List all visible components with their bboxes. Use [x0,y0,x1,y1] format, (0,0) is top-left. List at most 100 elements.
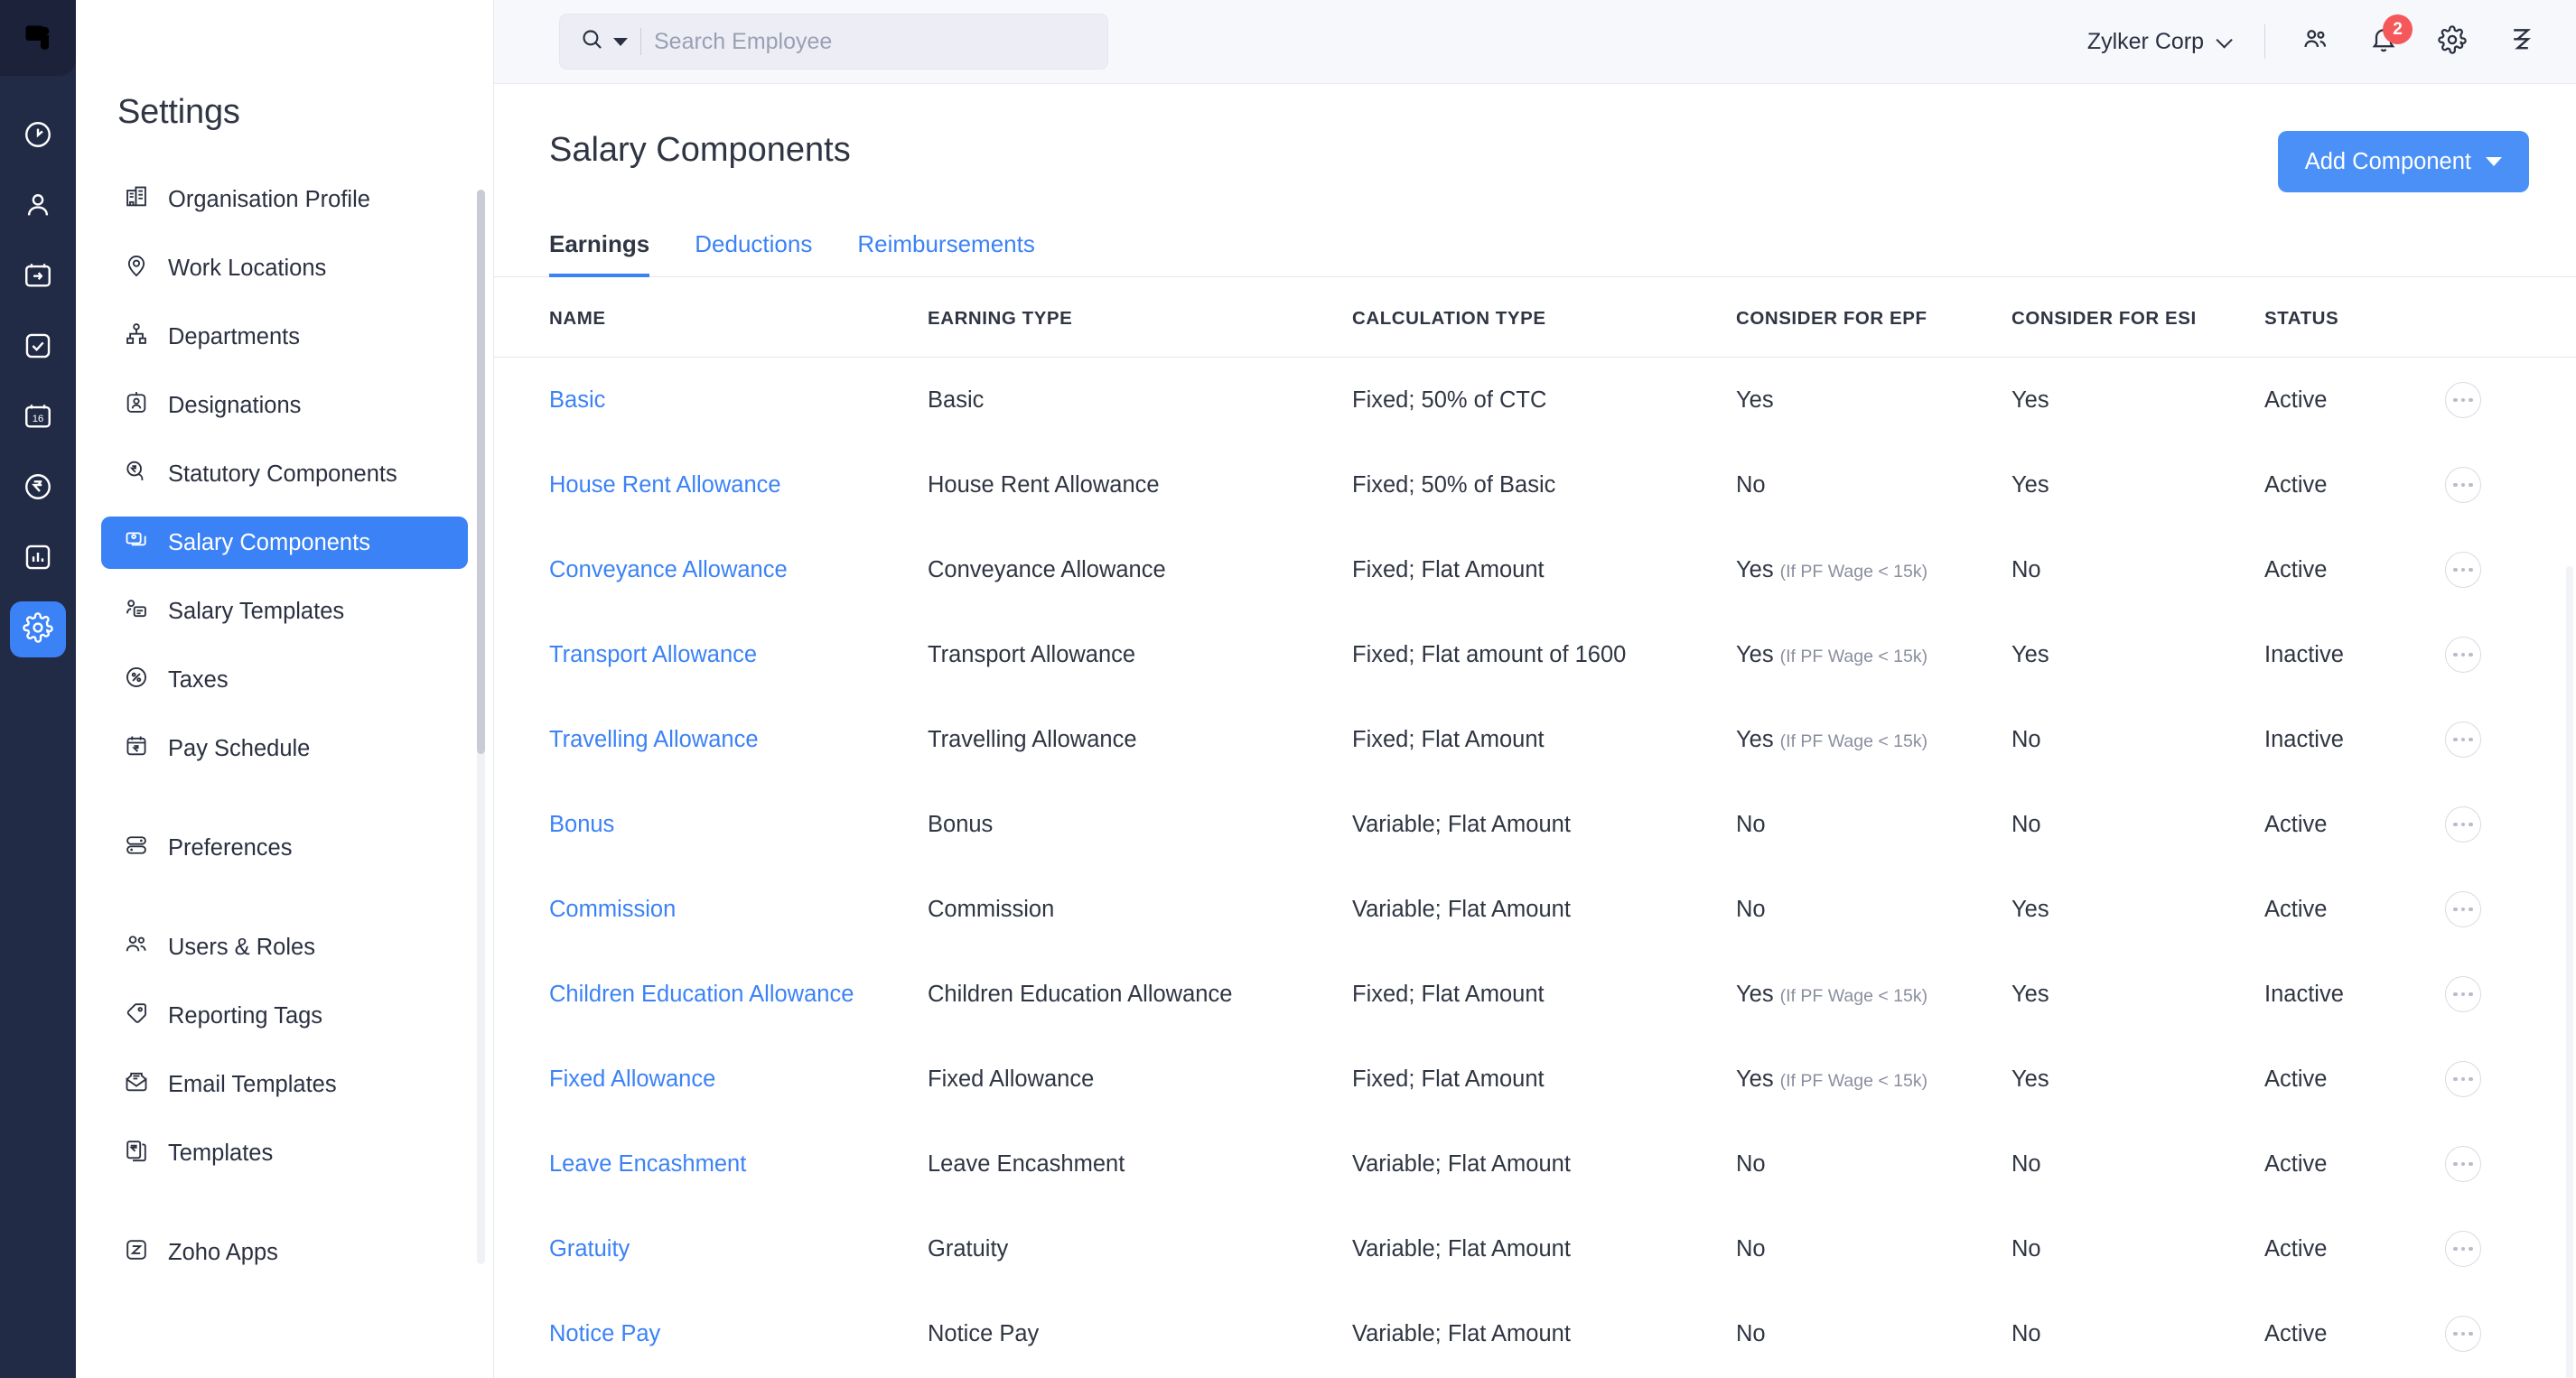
cell-name: Fixed Allowance [494,1037,928,1122]
column-header-calculation-type[interactable]: CALCULATION TYPE [1352,277,1736,358]
column-header-name[interactable]: NAME [494,277,928,358]
component-name-link[interactable]: Basic [549,387,605,413]
rail-item-dashboard[interactable] [10,108,66,164]
sidebar-item-salary-components[interactable]: Salary Components [101,517,468,569]
add-component-button[interactable]: Add Component [2277,131,2529,192]
rail-item-settings[interactable] [10,601,66,657]
column-header-earning-type[interactable]: EARNING TYPE [928,277,1352,358]
more-options-icon[interactable] [2445,1061,2481,1097]
column-header-consider-for-esi[interactable]: CONSIDER FOR ESI [2011,277,2264,358]
more-options-icon[interactable] [2445,467,2481,503]
column-header-consider-for-epf[interactable]: CONSIDER FOR EPF [1736,277,2011,358]
table-row[interactable]: House Rent Allowance House Rent Allowance… [494,442,2576,527]
tab-earnings[interactable]: Earnings [549,230,650,277]
rail-item-leave-calendar[interactable]: 16 [10,390,66,446]
status-badge: Active [2264,811,2328,837]
cell-earning-type: Notice Pay [928,1320,1040,1346]
epf-value: Yes [1736,726,1774,752]
component-name-link[interactable]: Gratuity [549,1236,630,1262]
sidebar-item-preferences[interactable]: Preferences [101,822,468,874]
rail-item-employees[interactable] [10,179,66,235]
component-name-link[interactable]: Transport Allowance [549,642,757,667]
table-row[interactable]: Basic Basic Fixed; 50% of CTC Yes Yes Active [494,358,2576,443]
rail-item-approvals[interactable] [10,320,66,376]
sidebar-item-pay-schedule[interactable]: Pay Schedule [101,722,468,775]
more-options-icon[interactable] [2445,976,2481,1012]
component-name-link[interactable]: Notice Pay [549,1321,660,1346]
tab-deductions[interactable]: Deductions [695,230,812,277]
table-row[interactable]: Notice Pay Notice Pay Variable; Flat Amoun… [494,1291,2576,1376]
table-row[interactable]: Leave Encashment Leave Encashment Variable… [494,1122,2576,1206]
epf-value: No [1736,1320,1766,1346]
component-name-link[interactable]: Children Education Allowance [549,982,854,1007]
rail-item-payruns[interactable] [10,461,66,517]
sidebar-item-organisation-profile[interactable]: Organisation Profile [101,173,468,226]
component-name-link[interactable]: House Rent Allowance [549,472,781,498]
invite-users-button[interactable] [2296,23,2334,61]
table-row[interactable]: Gratuity Gratuity Variable; Flat Amount No N… [494,1206,2576,1291]
component-name-link[interactable]: Travelling Allowance [549,727,759,752]
table-row[interactable]: Conveyance Allowance Conveyance Allowance… [494,527,2576,612]
cell-actions [2445,442,2576,527]
more-options-icon[interactable] [2445,1316,2481,1352]
table-row[interactable]: Children Education Allowance Children Edu… [494,952,2576,1037]
component-name-link[interactable]: Commission [549,897,676,922]
components-table-wrapper: NAME EARNING TYPE CALCULATION TYPE CONSI… [494,277,2576,1378]
more-options-icon[interactable] [2445,806,2481,843]
cell-earning-type: Fixed Allowance [928,1066,1095,1092]
cell-consider-for-esi: Yes [2011,641,2049,667]
global-search[interactable] [559,14,1108,70]
sidebar-item-users-and-roles[interactable]: Users & Roles [101,921,468,973]
zoho-payroll-logo-icon[interactable] [0,0,76,76]
page-header: Salary Components Add Component [494,84,2576,192]
sidebar-scrollbar-thumb[interactable] [477,190,485,754]
cell-calculation-type: Fixed; Flat Amount [1352,556,1545,582]
sidebar-item-reporting-tags[interactable]: Reporting Tags [101,990,468,1042]
more-options-icon[interactable] [2445,552,2481,588]
more-options-icon[interactable] [2445,382,2481,418]
salary-card-icon [124,527,149,559]
sidebar-item-departments[interactable]: Departments [101,311,468,363]
settings-button[interactable] [2433,23,2471,61]
more-options-icon[interactable] [2445,1231,2481,1267]
sidebar-item-work-locations[interactable]: Work Locations [101,242,468,294]
table-row[interactable]: Bonus Bonus Variable; Flat Amount No No Activ… [494,782,2576,867]
rail-item-reports[interactable] [10,531,66,587]
table-row[interactable]: Travelling Allowance Travelling Allowance… [494,697,2576,782]
status-badge: Inactive [2264,726,2344,752]
search-scope-dropdown[interactable] [580,27,628,56]
sidebar-item-designations[interactable]: Designations [101,379,468,432]
component-name-link[interactable]: Bonus [549,812,614,837]
salary-components-table: NAME EARNING TYPE CALCULATION TYPE CONSI… [494,277,2576,1378]
sidebar-item-templates[interactable]: Templates [101,1127,468,1179]
org-switcher[interactable]: Zylker Corp [2087,29,2233,55]
more-options-icon[interactable] [2445,891,2481,927]
table-row[interactable]: Commission Commission Variable; Flat Amoun… [494,867,2576,952]
zoho-apps-button[interactable] [2502,23,2540,61]
component-name-link[interactable]: Conveyance Allowance [549,557,788,582]
sidebar-item-zoho-apps[interactable]: Zoho Apps [101,1226,468,1279]
more-options-icon[interactable] [2445,637,2481,673]
sidebar-item-label: Statutory Components [168,461,397,487]
sidebar-item-email-templates[interactable]: Email Templates [101,1058,468,1111]
search-icon [580,27,604,56]
component-tabs: Earnings Deductions Reimbursements [494,230,2576,277]
sidebar-item-statutory-components[interactable]: Statutory Components [101,448,468,500]
table-row[interactable]: Fixed Allowance Fixed Allowance Fixed; Fla… [494,1037,2576,1122]
map-pin-icon [124,253,149,284]
sidebar-item-taxes[interactable]: Taxes [101,654,468,706]
component-name-link[interactable]: Fixed Allowance [549,1066,715,1092]
component-name-link[interactable]: Leave Encashment [549,1151,746,1177]
search-input[interactable] [654,28,1087,55]
column-header-status[interactable]: STATUS [2264,277,2445,358]
table-row[interactable]: Transport Allowance Transport Allowance Fi… [494,612,2576,697]
more-options-icon[interactable] [2445,722,2481,758]
more-options-icon[interactable] [2445,1146,2481,1182]
column-header-actions [2445,277,2576,358]
tab-reimbursements[interactable]: Reimbursements [857,230,1035,277]
rail-item-attendance[interactable] [10,249,66,305]
notifications-button[interactable]: 2 [2365,14,2413,61]
cell-name: Basic [494,358,928,443]
sidebar-item-salary-templates[interactable]: Salary Templates [101,585,468,638]
content-scrollbar-track[interactable] [2566,566,2573,1378]
